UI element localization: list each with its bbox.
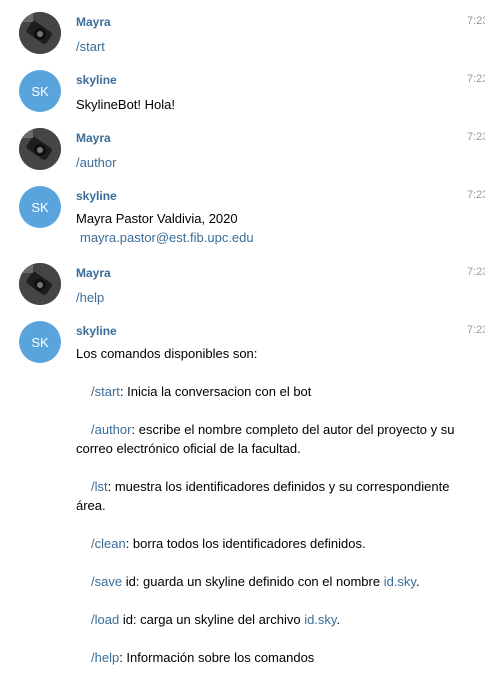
help-intro: Los comandos disponibles son: — [76, 346, 258, 361]
help-line: /lst: muestra los identificadores defini… — [76, 479, 450, 513]
help-line: /author: escribe el nombre completo del … — [76, 422, 455, 456]
sender-name[interactable]: skyline — [76, 324, 117, 338]
help-text: Los comandos disponibles son: /start: In… — [76, 344, 466, 667]
message-time: 7:23 — [467, 324, 485, 336]
bot-avatar[interactable]: SK — [19, 186, 61, 228]
command-link[interactable]: /author — [91, 422, 131, 437]
command-link[interactable]: /start — [91, 384, 120, 399]
sender-name[interactable]: skyline — [76, 189, 117, 203]
help-line: /help: Información sobre los comandos — [91, 650, 315, 665]
message-time: 7:23 — [467, 189, 485, 201]
message-text: SkylineBot! Hola! — [76, 97, 175, 112]
bot-avatar[interactable]: SK — [19, 321, 61, 363]
command-link[interactable]: /clean — [91, 536, 126, 551]
sender-name[interactable]: Mayra — [76, 131, 111, 145]
message-time: 7:23 — [467, 73, 485, 85]
sender-name[interactable]: skyline — [76, 73, 117, 87]
user-avatar[interactable] — [19, 128, 61, 170]
message-text: Mayra Pastor Valdivia, 2020 — [76, 211, 238, 226]
file-link[interactable]: id.sky — [304, 612, 336, 627]
help-line: /save id: guarda un skyline definido con… — [91, 574, 420, 589]
message-time: 7:23 — [467, 131, 485, 143]
message-time: 7:23 — [467, 15, 485, 27]
sender-name[interactable]: Mayra — [76, 266, 111, 280]
bot-avatar[interactable]: SK — [19, 70, 61, 112]
command-link[interactable]: /save — [91, 574, 122, 589]
message-text[interactable]: /start — [76, 37, 466, 56]
user-avatar[interactable] — [19, 12, 61, 54]
message-text[interactable]: /help — [76, 288, 466, 307]
command-link[interactable]: /lst — [91, 479, 108, 494]
help-line: /clean: borra todos los identificadores … — [91, 536, 366, 551]
sender-name[interactable]: Mayra — [76, 15, 111, 29]
email-link[interactable]: mayra.pastor@est.fib.upc.edu — [80, 228, 470, 247]
file-link[interactable]: id.sky — [384, 574, 416, 589]
command-link[interactable]: /help — [91, 650, 119, 665]
help-line: /load id: carga un skyline del archivo i… — [91, 612, 341, 627]
help-line: /start: Inicia la conversacion con el bo… — [91, 384, 312, 399]
command-link[interactable]: /load — [91, 612, 119, 627]
user-avatar[interactable] — [19, 263, 61, 305]
message-time: 7:23 — [467, 266, 485, 278]
message-text[interactable]: /author — [76, 153, 466, 172]
